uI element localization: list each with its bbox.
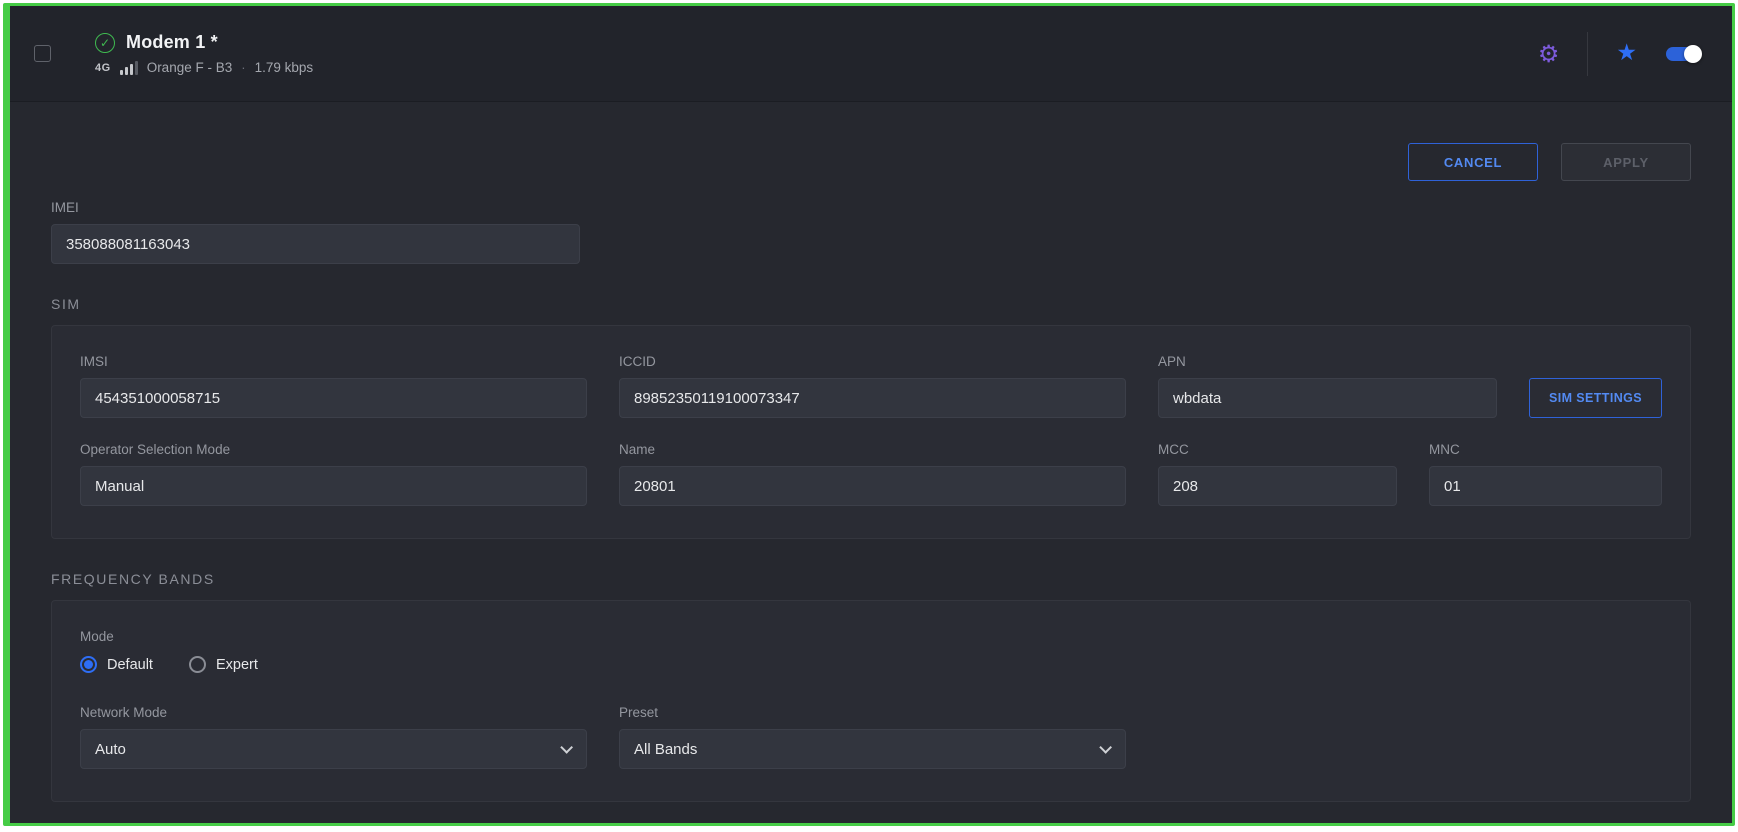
speed-label: 1.79 kbps <box>255 60 314 75</box>
apply-button[interactable]: APPLY <box>1561 143 1691 181</box>
signal-bars-icon <box>120 61 138 75</box>
radio-circle-icon <box>189 656 206 673</box>
title-block: ✓ Modem 1 * 4G Orange F - B3 · 1.79 kbps <box>95 32 313 75</box>
status-check-circle-icon: ✓ <box>95 33 115 53</box>
imsi-label: IMSI <box>80 354 587 369</box>
name-label: Name <box>619 442 1126 457</box>
mnc-field: MNC <box>1429 442 1662 506</box>
network-mode-label: Network Mode <box>80 705 587 720</box>
favorite-star-icon[interactable]: ★ <box>1616 42 1637 65</box>
mcc-field: MCC <box>1158 442 1397 506</box>
preset-select[interactable]: All Bands <box>619 729 1126 769</box>
imei-label: IMEI <box>51 200 580 215</box>
network-mode-value: Auto <box>95 741 126 758</box>
imsi-field: IMSI <box>80 354 587 418</box>
header-actions: ⚙ ★ <box>1538 32 1702 76</box>
frequency-bands-section-label: FREQUENCY BANDS <box>51 571 1691 587</box>
iccid-label: ICCID <box>619 354 1126 369</box>
iccid-field: ICCID <box>619 354 1126 418</box>
page-title: Modem 1 * <box>126 32 218 53</box>
preset-label: Preset <box>619 705 1126 720</box>
main-content: CANCEL APPLY IMEI SIM IMSI ICCID APN <box>10 102 1732 823</box>
imei-field: IMEI <box>51 200 580 264</box>
network-mode-select[interactable]: Auto <box>80 729 587 769</box>
apn-label: APN <box>1158 354 1497 369</box>
mode-radio-expert[interactable]: Expert <box>189 656 258 673</box>
mode-radio-default[interactable]: Default <box>80 656 153 673</box>
mode-radio-default-label: Default <box>107 657 153 673</box>
network-type-badge: 4G <box>95 62 111 74</box>
mcc-input[interactable] <box>1158 466 1397 506</box>
sim-card: IMSI ICCID APN SIM SETTINGS Operator Sel… <box>51 325 1691 539</box>
sim-settings-button[interactable]: SIM SETTINGS <box>1529 378 1662 418</box>
mcc-label: MCC <box>1158 442 1397 457</box>
operator-label: Orange F - B3 <box>147 60 233 75</box>
chevron-down-icon <box>1099 741 1112 754</box>
iccid-input[interactable] <box>619 378 1126 418</box>
form-actions: CANCEL APPLY <box>51 143 1691 181</box>
gear-icon[interactable]: ⚙ <box>1538 42 1560 66</box>
divider <box>1587 32 1588 76</box>
name-input[interactable] <box>619 466 1126 506</box>
operator-mode-label: Operator Selection Mode <box>80 442 587 457</box>
mode-radio-expert-label: Expert <box>216 657 258 673</box>
preset-field: Preset All Bands <box>619 705 1126 769</box>
modem-panel: ✓ Modem 1 * 4G Orange F - B3 · 1.79 kbps… <box>3 3 1735 826</box>
cancel-button[interactable]: CANCEL <box>1408 143 1538 181</box>
name-field: Name <box>619 442 1126 506</box>
imei-input[interactable] <box>51 224 580 264</box>
mode-label: Mode <box>80 629 1662 644</box>
operator-mode-input[interactable] <box>80 466 587 506</box>
frequency-bands-card: Mode Default Expert Network Mode Auto <box>51 600 1691 802</box>
chevron-down-icon <box>560 741 573 754</box>
mnc-label: MNC <box>1429 442 1662 457</box>
preset-value: All Bands <box>634 741 697 758</box>
network-mode-field: Network Mode Auto <box>80 705 587 769</box>
mnc-input[interactable] <box>1429 466 1662 506</box>
modem-enable-toggle[interactable] <box>1665 44 1702 64</box>
apn-input[interactable] <box>1158 378 1497 418</box>
apn-field: APN <box>1158 354 1497 418</box>
operator-mode-field: Operator Selection Mode <box>80 442 587 506</box>
separator-dot: · <box>241 60 245 75</box>
sim-section-label: SIM <box>51 296 1691 312</box>
imsi-input[interactable] <box>80 378 587 418</box>
select-checkbox[interactable] <box>34 45 51 62</box>
mode-radio-group: Default Expert <box>80 656 1662 673</box>
radio-circle-icon <box>80 656 97 673</box>
header: ✓ Modem 1 * 4G Orange F - B3 · 1.79 kbps… <box>10 6 1732 102</box>
